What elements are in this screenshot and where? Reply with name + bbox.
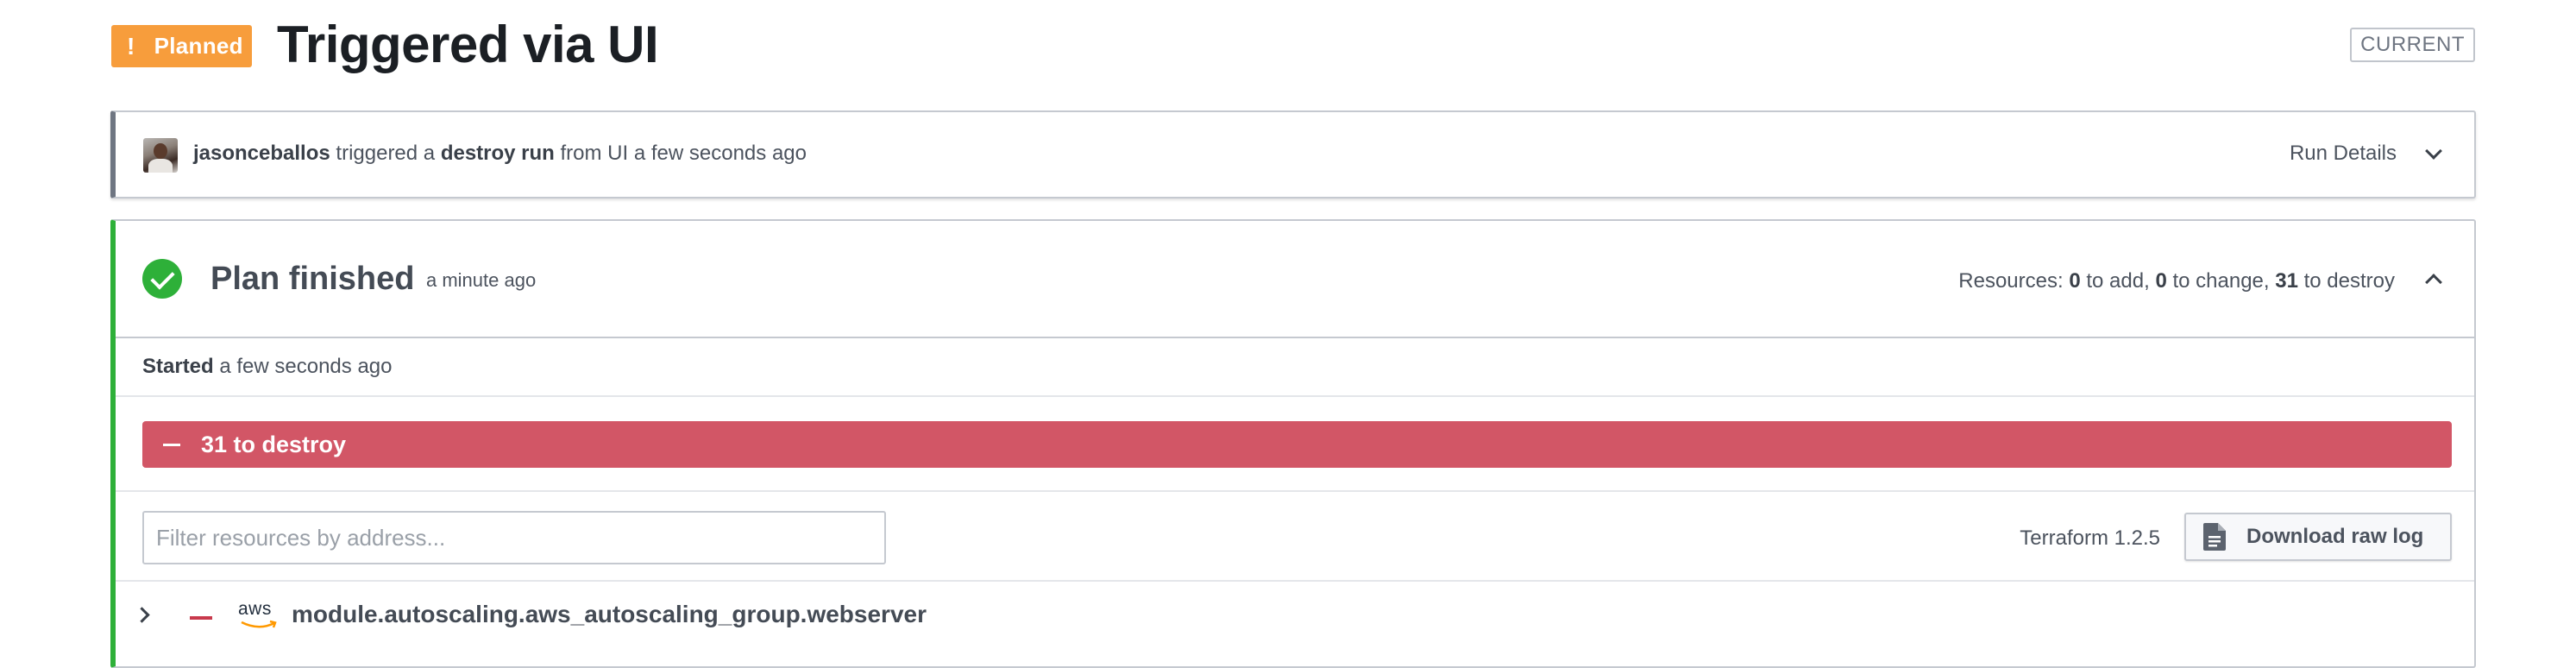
chevron-up-icon[interactable] [2425,274,2442,291]
current-badge: CURRENT [2350,28,2475,62]
check-circle-icon [142,259,182,299]
destroy-count-bar[interactable]: 31 to destroy [142,421,2452,468]
minus-icon [163,443,180,446]
plan-time: a minute ago [426,269,537,291]
trigger-summary: jasonceballos triggered a destroy run fr… [193,142,807,166]
resources-prefix: Resources: [1958,269,2070,293]
started-row: Started a few seconds ago [116,338,2474,397]
run-details-toggle[interactable]: Run Details [2290,142,2397,166]
add-count: 0 [2069,269,2081,293]
warning-icon: ! [127,32,135,60]
destroy-minus-icon [190,616,212,620]
status-badge: ! Planned [111,25,252,67]
trigger-text-1: triggered a [330,142,441,165]
terraform-version: Terraform 1.2.5 [2020,526,2160,550]
plan-title: Plan finished [210,261,415,297]
chevron-right-icon[interactable] [134,607,150,623]
filter-row: Terraform 1.2.5 Download raw log [116,492,2474,582]
page-title: Triggered via UI [277,16,659,73]
destroy-summary-row: 31 to destroy [116,397,2474,492]
change-label: to change, [2166,269,2276,293]
trigger-text-2: from UI a few seconds ago [554,142,807,165]
plan-card: Plan finished a minute ago Resources: 0 … [110,219,2476,668]
document-icon [2203,523,2226,551]
trigger-user[interactable]: jasonceballos [193,142,330,165]
provider-label: aws [238,599,272,619]
trigger-card: jasonceballos triggered a destroy run fr… [110,110,2476,199]
status-badge-label: Planned [154,33,243,59]
destroy-count: 31 [2275,269,2298,293]
trigger-run-type: destroy run [440,142,555,165]
resource-address: module.autoscaling.aws_autoscaling_group… [292,601,927,627]
started-label: Started [142,355,214,378]
filter-resources-input[interactable] [142,511,886,564]
started-time: a few seconds ago [213,355,393,378]
resource-row[interactable]: aws module.autoscaling.aws_autoscaling_g… [116,582,2474,651]
change-count: 0 [2155,269,2167,293]
resources-summary: Resources: 0 to add, 0 to change, 31 to … [1958,269,2395,293]
plan-header[interactable]: Plan finished a minute ago Resources: 0 … [116,221,2474,338]
run-header: ! Planned Triggered via UI CURRENT [111,17,2475,72]
aws-logo-icon: aws [238,597,280,632]
destroy-label: to destroy [2297,269,2395,293]
add-label: to add, [2080,269,2156,293]
avatar [143,138,178,173]
download-button-label: Download raw log [2246,525,2424,548]
destroy-bar-label: 31 to destroy [201,431,347,457]
aws-smile-icon [241,620,277,628]
download-raw-log-button[interactable]: Download raw log [2184,513,2452,561]
chevron-down-icon[interactable] [2425,142,2442,160]
